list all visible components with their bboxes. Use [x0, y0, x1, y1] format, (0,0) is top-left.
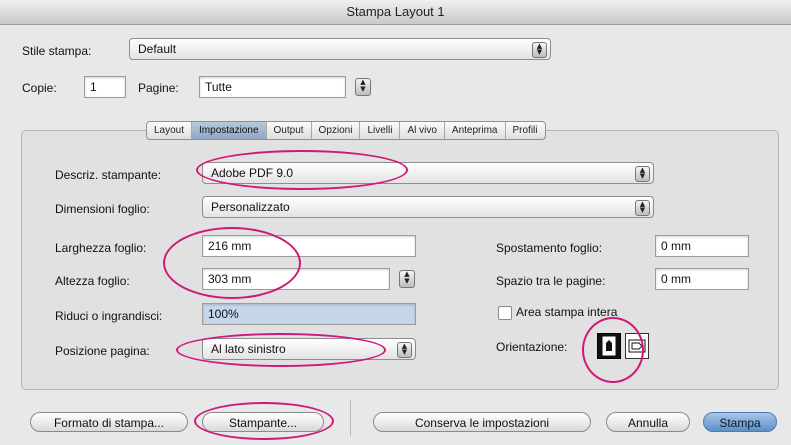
print-style-select[interactable]: Default ▲ ▼: [129, 38, 551, 60]
orientation-label: Orientazione:: [496, 340, 568, 354]
tab-al-vivo[interactable]: Al vivo: [400, 122, 445, 139]
page-position-value: Al lato sinistro: [211, 342, 286, 356]
printer-desc-select[interactable]: Adobe PDF 9.0 ▲ ▼: [202, 162, 654, 184]
printer-button[interactable]: Stampante...: [202, 412, 324, 432]
print-style-label: Stile stampa:: [22, 44, 92, 58]
pages-input[interactable]: Tutte: [199, 76, 346, 98]
tab-anteprima[interactable]: Anteprima: [445, 122, 506, 139]
scale-label: Riduci o ingrandisci:: [55, 309, 163, 323]
tab-opzioni[interactable]: Opzioni: [312, 122, 361, 139]
paper-size-value: Personalizzato: [211, 200, 290, 214]
landscape-icon[interactable]: [625, 333, 649, 359]
select-arrows-icon: ▲ ▼: [635, 200, 650, 216]
sheet-offset-input[interactable]: 0 mm: [655, 235, 749, 257]
full-print-area-label: Area stampa intera: [516, 305, 618, 319]
portrait-glyph-icon: [602, 336, 616, 356]
tab-output[interactable]: Output: [267, 122, 312, 139]
page-position-label: Posizione pagina:: [55, 344, 150, 358]
landscape-glyph-icon: [628, 339, 646, 353]
tab-layout[interactable]: Layout: [147, 122, 193, 139]
printer-desc-label: Descriz. stampante:: [55, 168, 162, 182]
paper-width-label: Larghezza foglio:: [55, 241, 147, 255]
tab-impostazione[interactable]: Impostazione: [192, 122, 267, 139]
copies-label: Copie:: [22, 81, 57, 95]
paper-height-input[interactable]: 303 mm: [202, 268, 390, 290]
page-setup-button[interactable]: Formato di stampa...: [30, 412, 188, 432]
scale-input[interactable]: 100%: [202, 303, 416, 325]
full-print-area-checkbox[interactable]: [498, 306, 512, 320]
select-arrows-icon: ▲ ▼: [635, 166, 650, 182]
save-settings-button[interactable]: Conserva le impostazioni: [373, 412, 591, 432]
cancel-button[interactable]: Annulla: [606, 412, 690, 432]
paper-width-input[interactable]: 216 mm: [202, 235, 416, 257]
paper-size-select[interactable]: Personalizzato ▲ ▼: [202, 196, 654, 218]
select-arrows-icon: ▲ ▼: [532, 42, 547, 58]
paper-size-label: Dimensioni foglio:: [55, 202, 150, 216]
portrait-icon[interactable]: [597, 333, 621, 359]
paper-height-label: Altezza foglio:: [55, 274, 130, 288]
paper-height-stepper[interactable]: ▲ ▼: [399, 270, 415, 288]
printer-desc-value: Adobe PDF 9.0: [211, 166, 294, 180]
print-style-value: Default: [138, 42, 177, 56]
page-gap-input[interactable]: 0 mm: [655, 268, 749, 290]
tab-livelli[interactable]: Livelli: [360, 122, 401, 139]
tab-bar: Layout Impostazione Output Opzioni Livel…: [146, 121, 546, 140]
print-button[interactable]: Stampa: [703, 412, 777, 432]
footer-divider: [350, 400, 351, 436]
page-gap-label: Spazio tra le pagine:: [496, 274, 606, 288]
copies-input[interactable]: 1: [84, 76, 126, 98]
tab-profili[interactable]: Profili: [506, 122, 545, 139]
window-title: Stampa Layout 1: [0, 0, 791, 25]
pages-stepper[interactable]: ▲ ▼: [355, 78, 371, 96]
page-position-select[interactable]: Al lato sinistro ▲ ▼: [202, 338, 416, 360]
select-arrows-icon: ▲ ▼: [397, 342, 412, 358]
pages-label: Pagine:: [138, 81, 179, 95]
sheet-offset-label: Spostamento foglio:: [496, 241, 603, 255]
